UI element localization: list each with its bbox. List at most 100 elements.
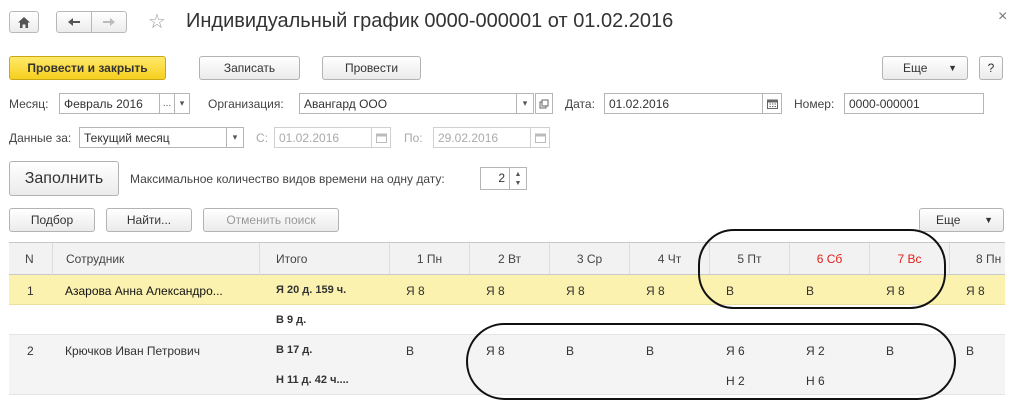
header-n[interactable]: N	[9, 243, 53, 275]
total-primary: В 17 д.	[276, 344, 313, 356]
home-icon	[18, 16, 30, 28]
forward-button[interactable]	[91, 11, 127, 33]
data-for-field[interactable]: Текущий месяц	[79, 127, 227, 148]
to-calendar-button[interactable]	[530, 127, 550, 148]
month-field[interactable]: Февраль 2016	[59, 93, 160, 114]
organization-label: Организация:	[208, 97, 284, 111]
more-button[interactable]: Еще ▼	[882, 56, 968, 80]
chevron-down-icon: ▼	[984, 215, 993, 225]
header-employee-label: Сотрудник	[66, 251, 125, 266]
day-cell[interactable]: Я 8	[886, 284, 905, 298]
header-day-4[interactable]: 4 Чт	[630, 243, 710, 275]
header-total[interactable]: Итого	[260, 243, 390, 275]
row-number: 2	[27, 344, 34, 358]
fill-button[interactable]: Заполнить	[9, 161, 119, 196]
max-types-stepper[interactable]: ▲ ▼	[509, 167, 527, 190]
day-cell[interactable]: В	[886, 344, 894, 358]
table-row-sub[interactable]: Н 11 д. 42 ч.... Н 2 Н 6	[9, 365, 1005, 395]
number-field[interactable]: 0000-000001	[844, 93, 984, 114]
employee-name: Крючков Иван Петрович	[65, 344, 200, 358]
day-cell[interactable]: Н 6	[806, 374, 825, 388]
day-cell[interactable]: Я 8	[966, 284, 985, 298]
cancel-search-button[interactable]: Отменить поиск	[203, 208, 339, 232]
to-date-field[interactable]: 29.02.2016	[433, 127, 531, 148]
header-day-5[interactable]: 5 Пт	[710, 243, 790, 275]
table-row-sub[interactable]: В 9 д.	[9, 305, 1005, 335]
stepper-down-icon[interactable]: ▼	[515, 179, 522, 188]
row-number: 1	[27, 284, 34, 298]
day-cell[interactable]: В	[806, 284, 814, 298]
month-dropdown-button[interactable]: ▾	[174, 93, 190, 114]
header-day-label: 8 Пн	[976, 251, 1002, 266]
header-day-label: 1 Пн	[416, 251, 443, 266]
max-types-label: Максимальное количество видов времени на…	[130, 172, 445, 186]
day-cell[interactable]: В	[646, 344, 654, 358]
header-day-label: 4 Чт	[657, 251, 682, 266]
home-button[interactable]	[9, 11, 39, 33]
post-button[interactable]: Провести	[322, 56, 421, 80]
day-cell[interactable]: В	[966, 344, 974, 358]
header-day-8[interactable]: 8 Пн	[950, 243, 1005, 275]
header-day-3[interactable]: 3 Ср	[550, 243, 630, 275]
calendar-icon	[534, 133, 546, 143]
month-label: Месяц:	[9, 97, 49, 111]
open-link-icon	[539, 99, 549, 108]
header-total-label: Итого	[276, 251, 308, 266]
back-button[interactable]	[56, 11, 92, 33]
table-more-button[interactable]: Еще ▼	[919, 208, 1004, 232]
day-cell[interactable]: Я 8	[486, 344, 505, 358]
header-day-label: 5 Пт	[737, 251, 762, 266]
day-cell[interactable]: Я 8	[406, 284, 425, 298]
date-calendar-button[interactable]	[762, 93, 782, 114]
stepper-up-icon[interactable]: ▲	[515, 170, 522, 179]
header-day-7[interactable]: 7 Вс	[870, 243, 950, 275]
day-cell[interactable]: Я 6	[726, 344, 745, 358]
calendar-icon	[766, 99, 778, 109]
find-button[interactable]: Найти...	[106, 208, 192, 232]
calendar-icon	[375, 133, 387, 143]
day-cell[interactable]: Я 2	[806, 344, 825, 358]
total-secondary: Н 11 д. 42 ч....	[276, 374, 349, 386]
header-day-label: 7 Вс	[897, 251, 922, 266]
day-cell[interactable]: Я 8	[566, 284, 585, 298]
select-button[interactable]: Подбор	[9, 208, 95, 232]
day-cell[interactable]: В	[566, 344, 574, 358]
organization-open-button[interactable]	[535, 93, 553, 114]
help-button[interactable]: ?	[979, 56, 1003, 80]
day-cell[interactable]: Я 8	[646, 284, 665, 298]
save-button[interactable]: Записать	[199, 56, 300, 80]
header-day-1[interactable]: 1 Пн	[390, 243, 470, 275]
max-types-field[interactable]: 2	[480, 167, 510, 190]
organization-dropdown-button[interactable]: ▾	[516, 93, 534, 114]
close-icon[interactable]: ×	[998, 8, 1007, 26]
from-calendar-button[interactable]	[371, 127, 391, 148]
header-day-label: 6 Сб	[816, 251, 843, 266]
favorite-star-icon[interactable]: ☆	[148, 9, 166, 34]
table-row[interactable]: 1 Азарова Анна Александро... Я 20 д. 159…	[9, 275, 1005, 305]
header-day-2[interactable]: 2 Вт	[470, 243, 550, 275]
page-title: Индивидуальный график 0000-000001 от 01.…	[186, 10, 674, 32]
day-cell[interactable]: Н 2	[726, 374, 745, 388]
more-label: Еще	[903, 61, 928, 75]
organization-field[interactable]: Авангард ООО	[299, 93, 517, 114]
day-cell[interactable]: В	[406, 344, 414, 358]
from-date-field[interactable]: 01.02.2016	[274, 127, 372, 148]
header-employee[interactable]: Сотрудник	[53, 243, 260, 275]
post-and-close-button[interactable]: Провести и закрыть	[9, 56, 166, 80]
total-secondary: В 9 д.	[276, 314, 307, 326]
schedule-table: N Сотрудник Итого 1 Пн 2 Вт 3 Ср 4 Чт 5 …	[9, 242, 1005, 417]
chevron-down-icon: ▾	[232, 132, 238, 142]
data-for-dropdown-button[interactable]: ▾	[226, 127, 244, 148]
date-field[interactable]: 01.02.2016	[604, 93, 763, 114]
header-day-6[interactable]: 6 Сб	[790, 243, 870, 275]
date-label: Дата:	[565, 97, 595, 111]
from-label: С:	[256, 131, 268, 145]
header-day-label: 3 Ср	[576, 251, 603, 266]
number-label: Номер:	[794, 97, 835, 111]
month-select-button[interactable]: ...	[159, 93, 175, 114]
day-cell[interactable]: Я 8	[486, 284, 505, 298]
table-row[interactable]: 2 Крючков Иван Петрович В 17 д. В Я 8 В …	[9, 335, 1005, 365]
arrow-left-icon	[68, 18, 80, 26]
day-cell[interactable]: В	[726, 284, 734, 298]
data-for-label: Данные за:	[9, 131, 72, 145]
